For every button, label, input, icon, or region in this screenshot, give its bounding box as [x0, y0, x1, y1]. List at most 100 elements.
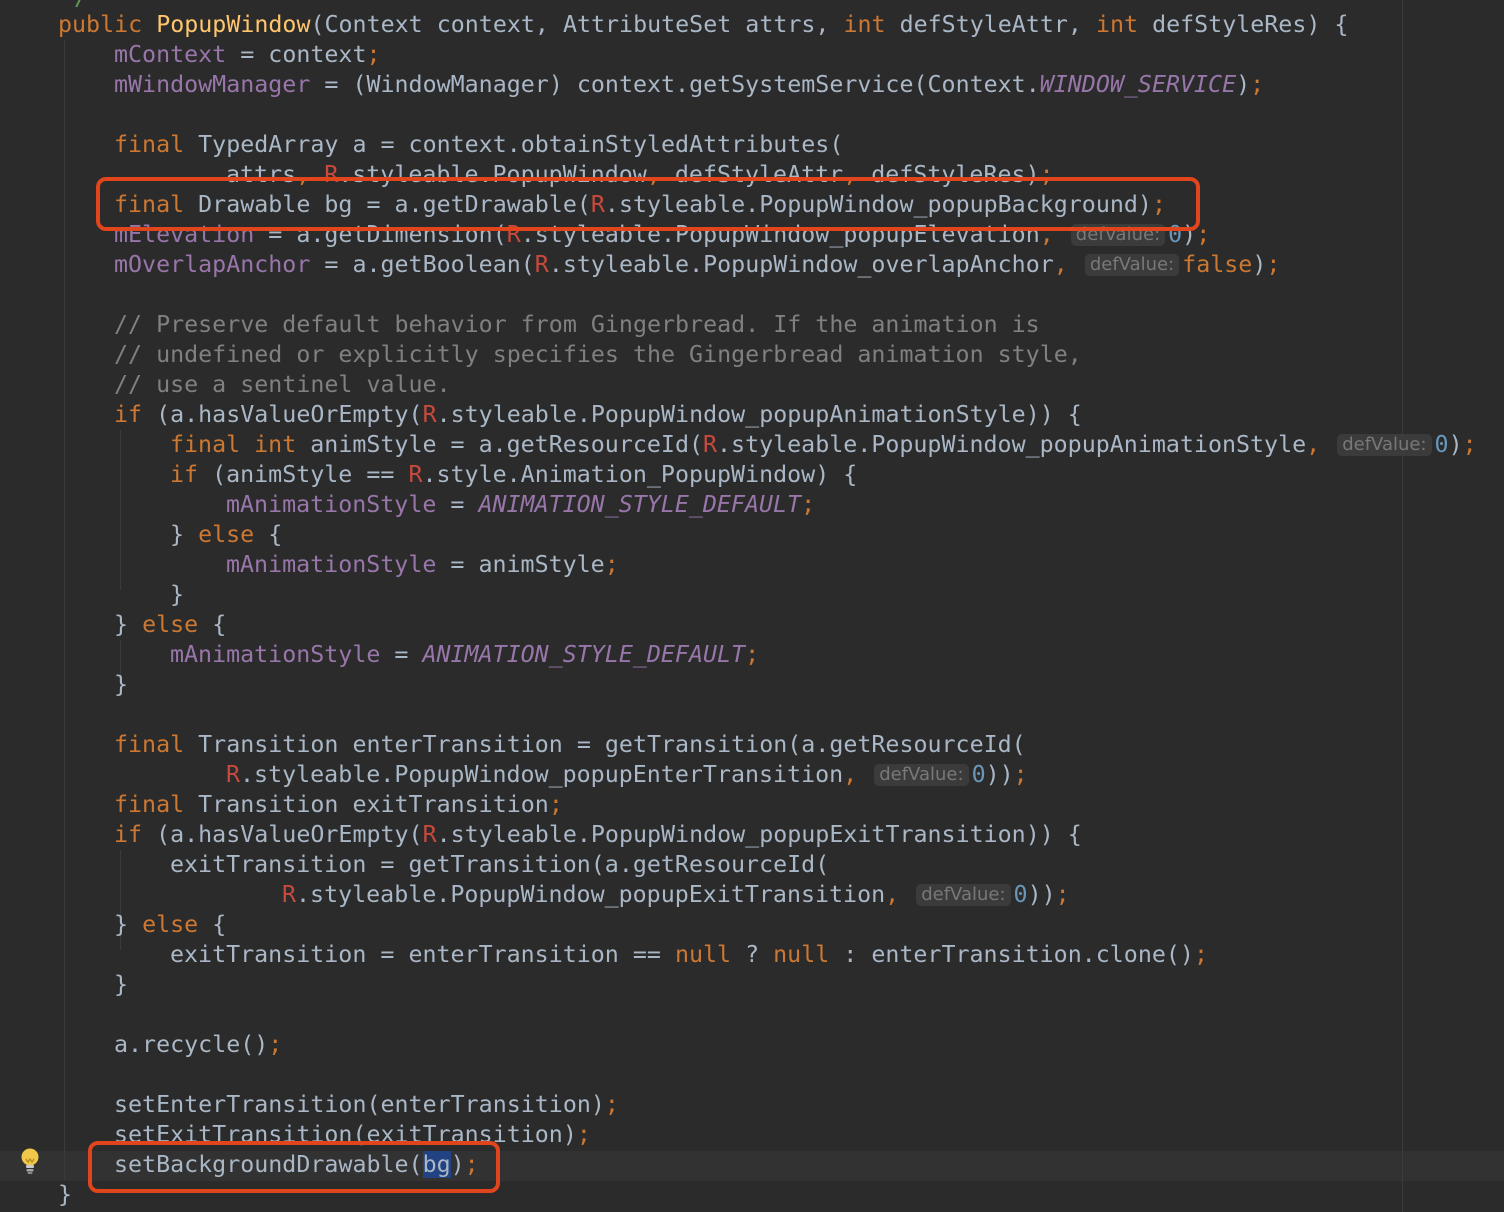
code-line[interactable]: final int animStyle = a.getResourceId(R.… — [170, 430, 1477, 460]
code-editor[interactable]: */ public PopupWindow(Context context, A… — [0, 0, 1504, 1212]
code-text: .styleable.PopupWindow_popupExitTransiti… — [436, 821, 1082, 848]
lightbulb-icon[interactable] — [18, 1146, 42, 1176]
code-text: .styleable.PopupWindow_popupAnimationSty… — [436, 401, 1082, 428]
code-text: { — [212, 911, 227, 938]
highlight-box-bg-declaration — [96, 177, 1200, 231]
highlight-box-set-background — [88, 1141, 500, 1193]
semicolon: ; — [801, 491, 816, 518]
keyword: final — [114, 791, 199, 818]
code-text: exitTransition = enterTransition == — [170, 941, 675, 968]
keyword: else — [142, 911, 213, 938]
semicolon: ; — [576, 1121, 591, 1148]
code-line[interactable]: exitTransition = enterTransition == null… — [170, 940, 1208, 970]
r-class: R — [408, 461, 423, 488]
code-line[interactable]: if (a.hasValueOrEmpty(R.styleable.PopupW… — [114, 400, 1082, 430]
code-line[interactable]: } — [170, 580, 184, 610]
constant: ANIMATION_STYLE_DEFAULT — [478, 491, 802, 518]
code-line[interactable]: public PopupWindow(Context context, Attr… — [58, 10, 1348, 40]
code-text: = a.getBoolean( — [310, 251, 535, 278]
r-class: R — [226, 761, 241, 788]
keyword: null — [674, 941, 746, 968]
constant: ANIMATION_STYLE_DEFAULT — [422, 641, 746, 668]
semicolon: ; — [604, 1091, 619, 1118]
code-line[interactable]: exitTransition = getTransition(a.getReso… — [170, 850, 829, 880]
code-text: { — [268, 521, 283, 548]
semicolon: ; — [1266, 251, 1281, 278]
code-line[interactable]: R.styleable.PopupWindow_popupEnterTransi… — [226, 760, 1028, 790]
code-line[interactable]: mAnimationStyle = ANIMATION_STYLE_DEFAUL… — [226, 490, 815, 520]
semicolon: ; — [1250, 71, 1265, 98]
method-name: PopupWindow — [156, 11, 311, 38]
code-text: .styleable.PopupWindow_popupAnimationSty… — [717, 431, 1307, 458]
code-line[interactable]: final Transition exitTransition; — [114, 790, 563, 820]
code-text: = (WindowManager) context.getSystemServi… — [310, 71, 1040, 98]
semicolon: ; — [1462, 431, 1477, 458]
code-line[interactable]: } else { — [114, 910, 226, 940]
code-line[interactable]: a.recycle(); — [114, 1030, 282, 1060]
comment-line[interactable]: // undefined or explicitly specifies the… — [114, 340, 1082, 370]
code-line[interactable]: setEnterTransition(enterTransition); — [114, 1090, 619, 1120]
code-line[interactable]: mAnimationStyle = animStyle; — [226, 550, 619, 580]
code-text: (animStyle == — [212, 461, 409, 488]
code-line[interactable]: mAnimationStyle = ANIMATION_STYLE_DEFAUL… — [170, 640, 759, 670]
code-line[interactable]: if (animStyle == R.style.Animation_Popup… — [170, 460, 857, 490]
code-text: ) — [1252, 251, 1267, 278]
comma: , — [885, 881, 914, 908]
code-line[interactable]: } — [114, 970, 128, 1000]
code-text: )) — [1027, 881, 1056, 908]
semicolon: ; — [604, 551, 619, 578]
code-line[interactable]: } — [58, 1180, 72, 1210]
keyword: int — [1095, 11, 1153, 38]
code-text: .styleable.PopupWindow_popupExitTransiti… — [296, 881, 886, 908]
number: 0 — [1434, 431, 1449, 458]
code-text: animStyle = a.getResourceId( — [310, 431, 703, 458]
semicolon: ; — [366, 41, 381, 68]
code-line[interactable]: final TypedArray a = context.obtainStyle… — [114, 130, 843, 160]
code-text: .style.Animation_PopupWindow) { — [422, 461, 858, 488]
code-text: )) — [985, 761, 1014, 788]
code-text: defStyleAttr, — [899, 11, 1096, 38]
code-text: = context — [226, 41, 367, 68]
code-text: Transition enterTransition = getTransiti… — [198, 731, 1026, 758]
code-line[interactable]: } else { — [170, 520, 282, 550]
code-line[interactable]: } else { — [114, 610, 226, 640]
field: mAnimationStyle — [226, 491, 437, 518]
keyword: int — [843, 11, 900, 38]
parameter-hint: defValue: — [1337, 434, 1432, 456]
comment-line[interactable]: // Preserve default behavior from Ginger… — [114, 310, 1040, 340]
right-margin-guide — [1402, 0, 1403, 1212]
comma: , — [1053, 251, 1082, 278]
keyword: false — [1182, 251, 1253, 278]
code-text: = — [380, 641, 423, 668]
code-text: : enterTransition.clone() — [843, 941, 1194, 968]
code-line[interactable]: R.styleable.PopupWindow_popupExitTransit… — [282, 880, 1070, 910]
field: mAnimationStyle — [226, 551, 437, 578]
parameter-hint: defValue: — [1084, 254, 1180, 276]
code-text: } — [114, 611, 143, 638]
keyword: if — [114, 821, 157, 848]
r-class: R — [534, 251, 549, 278]
keyword: if — [170, 461, 213, 488]
code-line[interactable]: mContext = context; — [114, 40, 381, 70]
code-text: a.recycle() — [114, 1031, 269, 1058]
comma: , — [843, 761, 872, 788]
semicolon: ; — [745, 641, 760, 668]
number: 0 — [1013, 881, 1028, 908]
comment-line[interactable]: // use a sentinel value. — [114, 370, 451, 400]
r-class: R — [703, 431, 718, 458]
code-line[interactable]: mOverlapAnchor = a.getBoolean(R.styleabl… — [114, 250, 1280, 280]
semicolon: ; — [548, 791, 563, 818]
indent-guide — [64, 40, 65, 1180]
semicolon: ; — [1055, 881, 1070, 908]
parameter-hint: defValue: — [874, 764, 969, 786]
r-class: R — [282, 881, 297, 908]
code-line[interactable]: if (a.hasValueOrEmpty(R.styleable.PopupW… — [114, 820, 1082, 850]
code-text: TypedArray a = context.obtainStyledAttri… — [198, 131, 844, 158]
code-line[interactable]: } — [114, 670, 128, 700]
keyword: null — [773, 941, 844, 968]
code-text: ) — [1236, 71, 1251, 98]
keyword: public — [58, 11, 157, 38]
field: mWindowManager — [114, 71, 311, 98]
code-line[interactable]: mWindowManager = (WindowManager) context… — [114, 70, 1264, 100]
code-line[interactable]: final Transition enterTransition = getTr… — [114, 730, 1026, 760]
